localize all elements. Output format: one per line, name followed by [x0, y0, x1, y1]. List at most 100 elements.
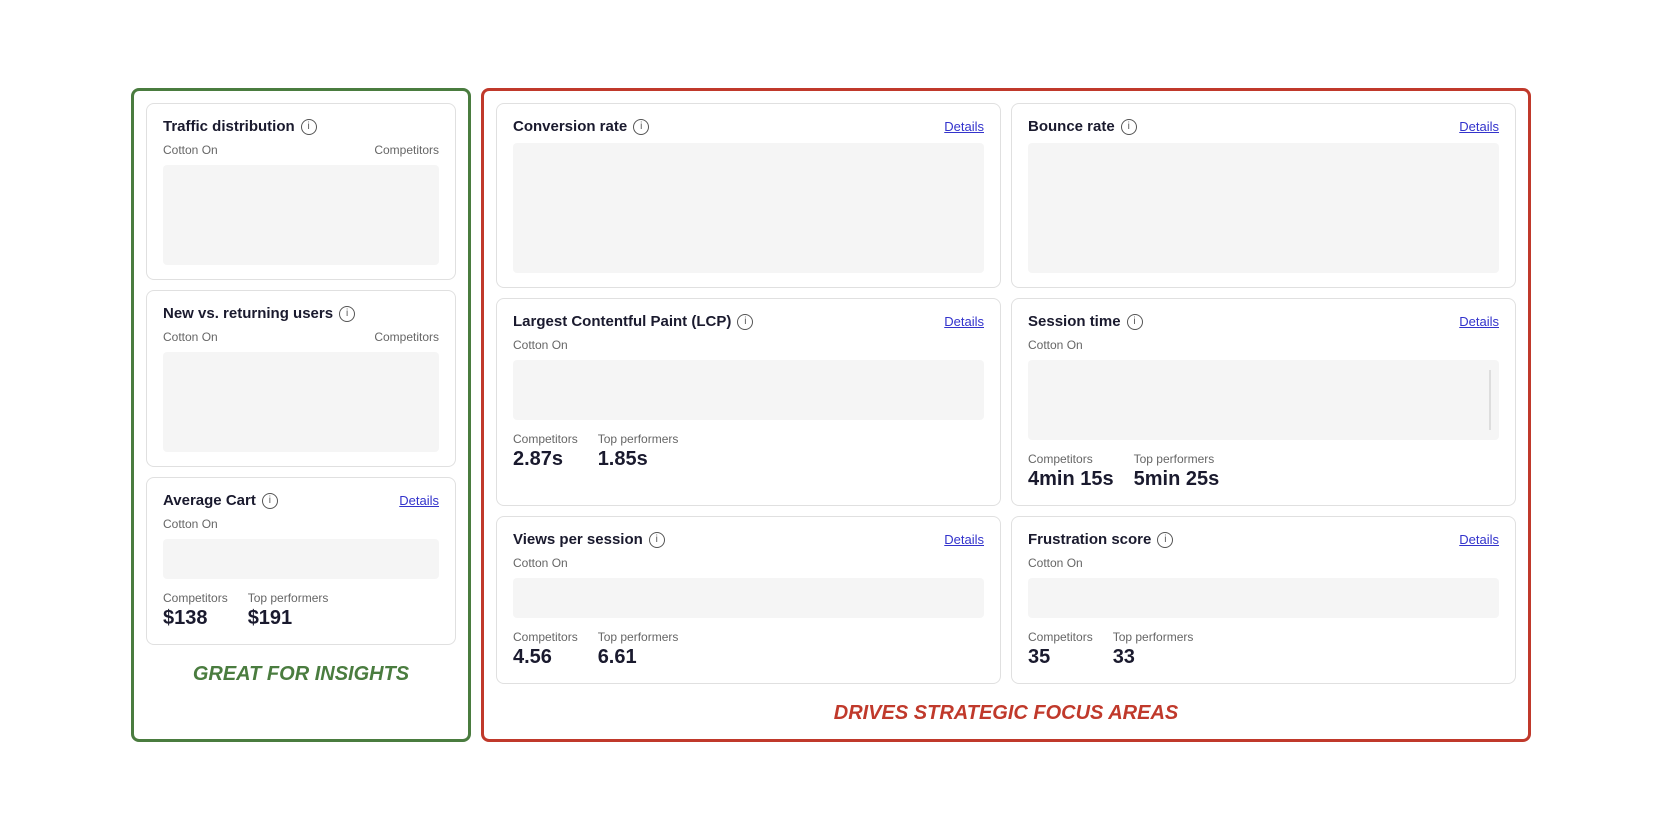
bounce-rate-title: Bounce rate: [1028, 118, 1115, 135]
new-vs-returning-info-icon[interactable]: i: [339, 306, 355, 322]
lcp-chart: [513, 360, 984, 420]
new-vs-returning-title: New vs. returning users: [163, 305, 333, 322]
green-section: Traffic distribution i Cotton On Competi…: [131, 88, 471, 742]
conversion-rate-chart: [513, 143, 984, 273]
card-title-group: Bounce rate i: [1028, 118, 1137, 135]
card-header: Frustration score i Details: [1028, 531, 1499, 548]
average-cart-title: Average Cart: [163, 492, 256, 509]
average-cart-top-performers-group: Top performers $191: [248, 591, 329, 630]
bounce-rate-info-icon[interactable]: i: [1121, 119, 1137, 135]
frustration-score-card: Frustration score i Details Cotton On Co…: [1011, 516, 1516, 684]
frustration-score-title: Frustration score: [1028, 531, 1151, 548]
frustration-cotton-on: Cotton On: [1028, 556, 1499, 570]
views-top-performers-label: Top performers: [598, 630, 679, 644]
views-per-session-info-icon[interactable]: i: [649, 532, 665, 548]
conversion-rate-card: Conversion rate i Details: [496, 103, 1001, 288]
views-cotton-on: Cotton On: [513, 556, 984, 570]
session-top-performers-value: 5min 25s: [1134, 468, 1220, 491]
session-cotton-on: Cotton On: [1028, 338, 1499, 352]
lcp-competitors-group: Competitors 2.87s: [513, 432, 578, 471]
traffic-distribution-title: Traffic distribution: [163, 118, 295, 135]
views-per-session-details-link[interactable]: Details: [944, 532, 984, 547]
conversion-rate-title: Conversion rate: [513, 118, 627, 135]
card-header: Largest Contentful Paint (LCP) i Details: [513, 313, 984, 330]
lcp-competitors-label: Competitors: [513, 432, 578, 446]
traffic-competitors-label: Competitors: [374, 143, 439, 157]
views-metrics: Competitors 4.56 Top performers 6.61: [513, 630, 984, 669]
card-header: Conversion rate i Details: [513, 118, 984, 135]
session-metrics: Competitors 4min 15s Top performers 5min…: [1028, 452, 1499, 491]
lcp-title: Largest Contentful Paint (LCP): [513, 313, 731, 330]
green-section-label: GREAT FOR INSIGHTS: [146, 655, 456, 688]
lcp-competitors-value: 2.87s: [513, 448, 578, 471]
traffic-cotton-on-label: Cotton On: [163, 143, 218, 157]
average-cart-details-link[interactable]: Details: [399, 493, 439, 508]
new-vs-returning-sub-header: Cotton On Competitors: [163, 330, 439, 344]
frustration-metrics: Competitors 35 Top performers 33: [1028, 630, 1499, 669]
card-title-group: Session time i: [1028, 313, 1143, 330]
session-time-title: Session time: [1028, 313, 1121, 330]
card-title-group: Average Cart i: [163, 492, 278, 509]
card-header: New vs. returning users i: [163, 305, 439, 322]
frustration-score-info-icon[interactable]: i: [1157, 532, 1173, 548]
frustration-score-details-link[interactable]: Details: [1459, 532, 1499, 547]
views-per-session-card: Views per session i Details Cotton On Co…: [496, 516, 1001, 684]
card-title-group: Views per session i: [513, 531, 665, 548]
lcp-details-link[interactable]: Details: [944, 314, 984, 329]
card-title-group: Largest Contentful Paint (LCP) i: [513, 313, 753, 330]
conversion-rate-info-icon[interactable]: i: [633, 119, 649, 135]
new-vs-competitors-label: Competitors: [374, 330, 439, 344]
lcp-top-performers-label: Top performers: [598, 432, 679, 446]
average-cart-competitors-label: Competitors: [163, 591, 228, 605]
frustration-score-chart: [1028, 578, 1499, 618]
red-section: Conversion rate i Details Bounce rate i …: [481, 88, 1531, 742]
views-competitors-label: Competitors: [513, 630, 578, 644]
session-top-performers-group: Top performers 5min 25s: [1134, 452, 1220, 491]
average-cart-top-performers-label: Top performers: [248, 591, 329, 605]
card-header: Traffic distribution i: [163, 118, 439, 135]
card-title-group: Frustration score i: [1028, 531, 1173, 548]
views-competitors-value: 4.56: [513, 646, 578, 669]
new-vs-cotton-on-label: Cotton On: [163, 330, 218, 344]
average-cart-info-icon[interactable]: i: [262, 493, 278, 509]
session-time-chart: [1028, 360, 1499, 440]
red-section-label: DRIVES STRATEGIC FOCUS AREAS: [496, 694, 1516, 727]
session-time-details-link[interactable]: Details: [1459, 314, 1499, 329]
card-header: Average Cart i Details: [163, 492, 439, 509]
average-cart-cotton-on: Cotton On: [163, 517, 439, 531]
lcp-top-performers-value: 1.85s: [598, 448, 679, 471]
conversion-rate-details-link[interactable]: Details: [944, 119, 984, 134]
views-per-session-title: Views per session: [513, 531, 643, 548]
frustration-top-performers-label: Top performers: [1113, 630, 1194, 644]
card-header: Bounce rate i Details: [1028, 118, 1499, 135]
average-cart-competitors-group: Competitors $138: [163, 591, 228, 630]
bounce-rate-chart: [1028, 143, 1499, 273]
traffic-distribution-card: Traffic distribution i Cotton On Competi…: [146, 103, 456, 280]
views-competitors-group: Competitors 4.56: [513, 630, 578, 669]
average-cart-chart: [163, 539, 439, 579]
average-cart-competitors-value: $138: [163, 607, 228, 630]
lcp-metrics: Competitors 2.87s Top performers 1.85s: [513, 432, 984, 471]
traffic-sub-header: Cotton On Competitors: [163, 143, 439, 157]
session-top-performers-label: Top performers: [1134, 452, 1220, 466]
session-competitors-label: Competitors: [1028, 452, 1114, 466]
bounce-rate-details-link[interactable]: Details: [1459, 119, 1499, 134]
dashboard-wrapper: Traffic distribution i Cotton On Competi…: [131, 88, 1531, 742]
card-title-group: Traffic distribution i: [163, 118, 317, 135]
average-cart-card: Average Cart i Details Cotton On Competi…: [146, 477, 456, 645]
traffic-distribution-info-icon[interactable]: i: [301, 119, 317, 135]
session-time-info-icon[interactable]: i: [1127, 314, 1143, 330]
card-title-group: New vs. returning users i: [163, 305, 355, 322]
red-section-grid: Conversion rate i Details Bounce rate i …: [496, 103, 1516, 684]
views-top-performers-value: 6.61: [598, 646, 679, 669]
frustration-competitors-group: Competitors 35: [1028, 630, 1093, 669]
lcp-info-icon[interactable]: i: [737, 314, 753, 330]
new-vs-returning-chart: [163, 352, 439, 452]
average-cart-metrics: Competitors $138 Top performers $191: [163, 591, 439, 630]
frustration-competitors-label: Competitors: [1028, 630, 1093, 644]
views-top-performers-group: Top performers 6.61: [598, 630, 679, 669]
frustration-top-performers-group: Top performers 33: [1113, 630, 1194, 669]
card-header: Views per session i Details: [513, 531, 984, 548]
frustration-top-performers-value: 33: [1113, 646, 1194, 669]
lcp-top-performers-group: Top performers 1.85s: [598, 432, 679, 471]
